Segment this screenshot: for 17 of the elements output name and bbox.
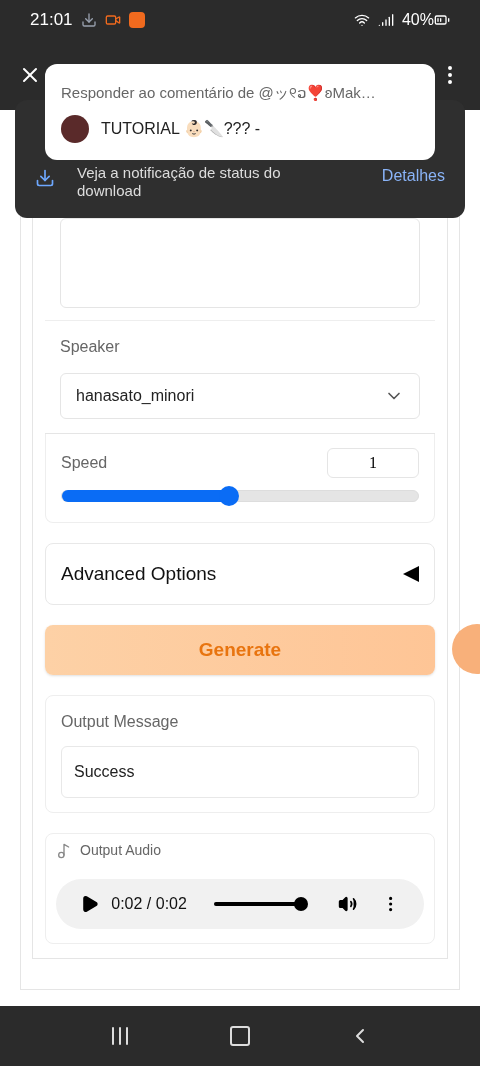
audio-time: 0:02 / 0:02 [111, 894, 187, 914]
speed-input[interactable]: 1 [327, 448, 419, 478]
notification-body: TUTORIAL 👶🏻🔪??? - [101, 118, 261, 139]
audio-player[interactable]: 0:02 / 0:02 [56, 879, 424, 929]
speaker-label: Speaker [60, 337, 121, 357]
speaker-select[interactable]: hanasato_minori [60, 373, 420, 419]
speed-label: Speed [61, 453, 108, 473]
status-time: 21:01 [30, 9, 73, 32]
output-audio-label: Output Audio [80, 841, 161, 860]
details-button[interactable]: Detalhes [381, 164, 445, 188]
comment-notification[interactable]: Responder ao comentário de @ッ୧ວ❣ʚMak… TUTORIAL 👶🏻🔪??? - [45, 64, 435, 160]
output-message-field[interactable]: Success [61, 746, 419, 798]
battery-level: 40% [401, 10, 434, 30]
output-message-label: Output Message [61, 712, 180, 732]
advanced-options-accordion[interactable]: Advanced Options [45, 543, 435, 605]
notification-title: Responder ao comentário de @ッ୧ວ❣ʚMak… [61, 83, 377, 103]
toast-message: Veja a notificação de status do download [77, 164, 282, 201]
